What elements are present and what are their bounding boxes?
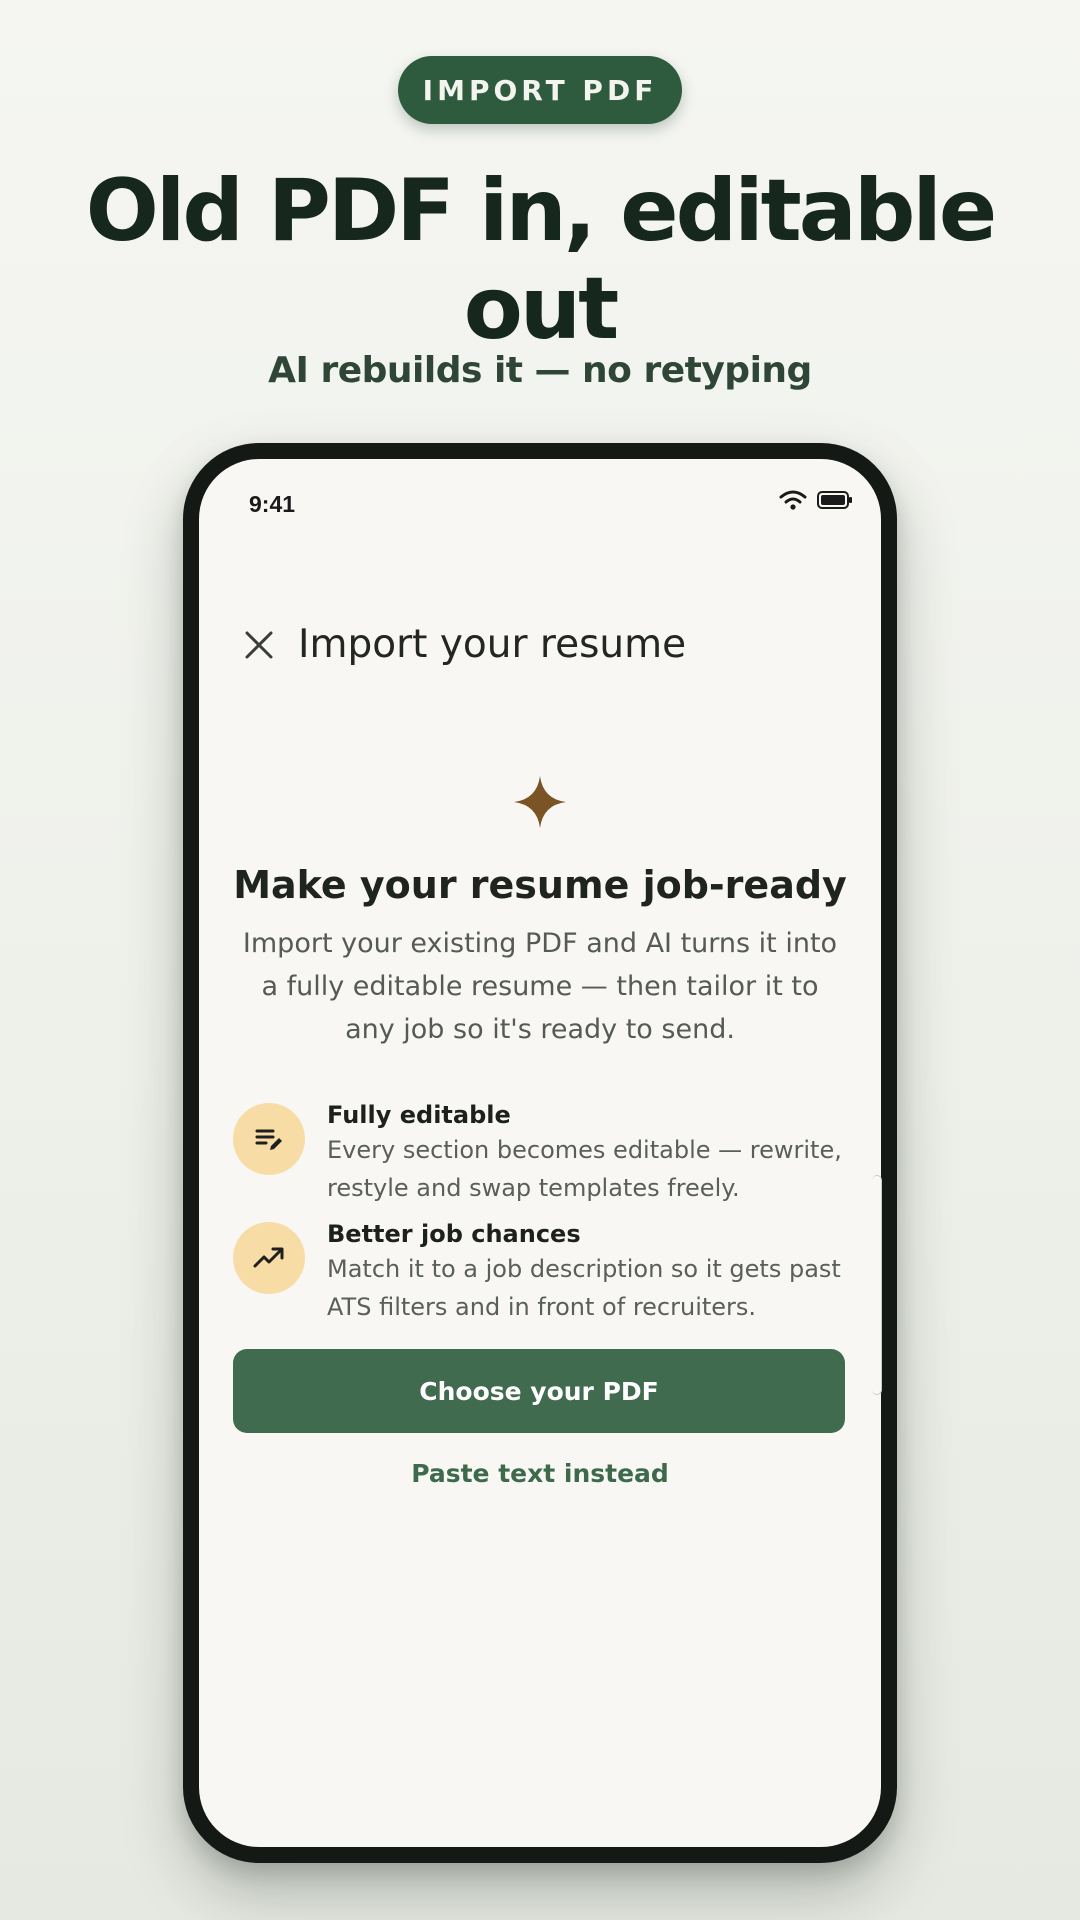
card-description: Import your existing PDF and AI turns it… [242,928,838,1045]
wifi-icon [779,490,807,510]
feature-icon-circle [233,1222,305,1294]
headline: Old PDF in, editable out [85,161,997,359]
choose-pdf-button[interactable]: Choose your PDF [233,1349,845,1433]
feature-text: Better job chances Match it to a job des… [327,1218,857,1326]
feature-body: Match it to a job description so it gets… [327,1255,841,1321]
screen-title: Import your resume [298,622,687,667]
phone-frame: 9:41 Import your resume Make your resume… [183,443,897,1863]
card-title: Make your resume job-ready [233,863,847,907]
feature-body: Every section becomes editable — rewrite… [327,1136,842,1202]
feature-text: Fully editable Every section becomes edi… [327,1099,857,1207]
feature-title: Better job chances [327,1220,581,1248]
trending-up-icon [253,1247,284,1268]
close-button[interactable] [229,615,289,675]
status-time: 9:41 [249,491,296,517]
sparkle-icon [514,776,566,828]
feature-title: Fully editable [327,1101,511,1129]
phone-screen: 9:41 Import your resume Make your resume… [199,459,881,1847]
phone-side-button [872,1175,882,1395]
subheadline: AI rebuilds it — no retyping [268,350,812,391]
status-icons [779,489,853,511]
import-pdf-pill: IMPORT PDF [398,56,682,124]
feature-icon-circle [233,1103,305,1175]
edit-lines-icon [255,1129,282,1150]
close-icon [245,631,273,659]
paste-text-link[interactable]: Paste text instead [199,1459,881,1488]
battery-icon [817,491,852,509]
